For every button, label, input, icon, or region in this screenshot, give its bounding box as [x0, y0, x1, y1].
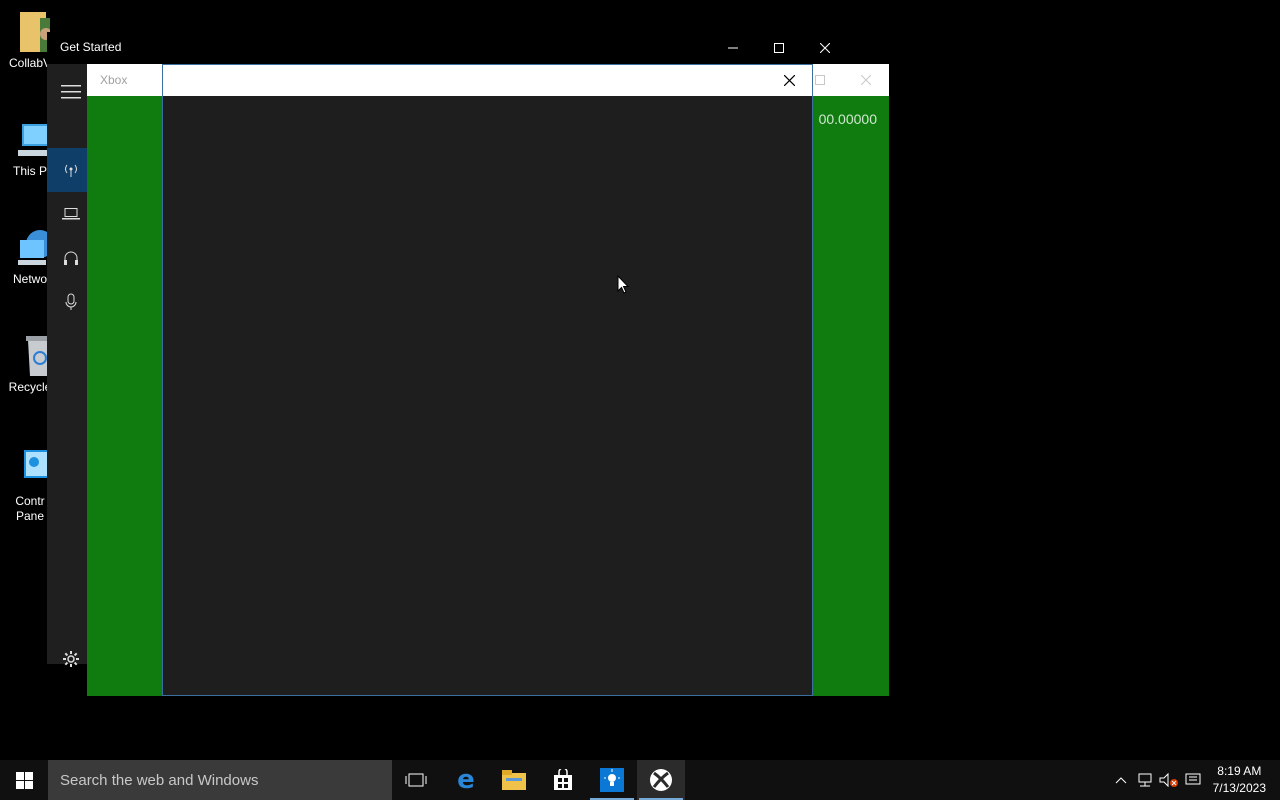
clock-time: 8:19 AM — [1217, 764, 1262, 778]
xbox-value-readout: 00.00000 — [818, 111, 877, 127]
modal-dialog — [162, 64, 813, 696]
headphones-icon — [64, 251, 78, 265]
dialog-titlebar[interactable] — [163, 65, 812, 96]
taskbar: Search the web and Windows e 8:19 AM 7/1… — [0, 760, 1280, 800]
recycle-bin-icon — [10, 334, 54, 378]
close-icon — [820, 43, 830, 53]
task-view-button[interactable] — [392, 760, 440, 800]
hamburger-icon — [61, 85, 81, 99]
maximize-icon — [815, 75, 825, 85]
close-button[interactable] — [843, 64, 889, 96]
window-title: Get Started — [60, 40, 122, 54]
network-icon — [10, 226, 54, 270]
maximize-icon — [774, 43, 784, 53]
control-panel-icon — [10, 448, 56, 492]
volume-tray-button[interactable] — [1157, 760, 1181, 800]
action-center-button[interactable] — [1181, 760, 1205, 800]
volume-muted-icon — [1159, 772, 1178, 788]
start-button[interactable] — [0, 760, 48, 800]
notification-icon — [1185, 773, 1201, 785]
store-button[interactable] — [539, 760, 587, 800]
edge-icon: e — [457, 765, 475, 795]
mouse-cursor — [617, 274, 630, 299]
get-started-icon — [600, 768, 624, 792]
microphone-icon — [65, 293, 77, 310]
close-icon — [783, 75, 795, 86]
file-explorer-icon — [502, 770, 526, 790]
minimize-icon — [728, 47, 738, 49]
gear-icon — [63, 651, 79, 667]
task-view-icon — [405, 773, 427, 787]
this-pc-icon — [10, 118, 50, 162]
dialog-close-button[interactable] — [766, 65, 812, 96]
file-explorer-button[interactable] — [490, 760, 538, 800]
minimize-button[interactable] — [710, 32, 756, 64]
network-tray-button[interactable] — [1133, 760, 1157, 800]
get-started-titlebar[interactable]: Get Started — [47, 32, 849, 64]
close-icon — [861, 75, 871, 85]
show-hidden-icons-button[interactable] — [1109, 760, 1133, 800]
clock-date: 7/13/2023 — [1212, 781, 1266, 795]
get-started-taskbar-button[interactable] — [588, 760, 636, 800]
close-button[interactable] — [802, 32, 848, 64]
xbox-taskbar-button[interactable] — [637, 760, 685, 800]
start-icon — [15, 771, 33, 789]
clock[interactable]: 8:19 AM 7/13/2023 — [1213, 763, 1266, 797]
search-box[interactable]: Search the web and Windows — [48, 760, 392, 800]
laptop-icon — [62, 208, 80, 220]
maximize-button[interactable] — [756, 32, 802, 64]
network-tray-icon — [1138, 773, 1152, 787]
chevron-up-icon — [1115, 777, 1127, 784]
search-input[interactable]: Search the web and Windows — [60, 772, 258, 789]
edge-button[interactable]: e — [442, 760, 490, 800]
antenna-icon — [65, 164, 77, 177]
store-icon — [554, 769, 572, 790]
collab-folder-icon — [10, 10, 52, 54]
window-title: Xbox — [100, 73, 128, 87]
xbox-icon — [650, 769, 672, 791]
